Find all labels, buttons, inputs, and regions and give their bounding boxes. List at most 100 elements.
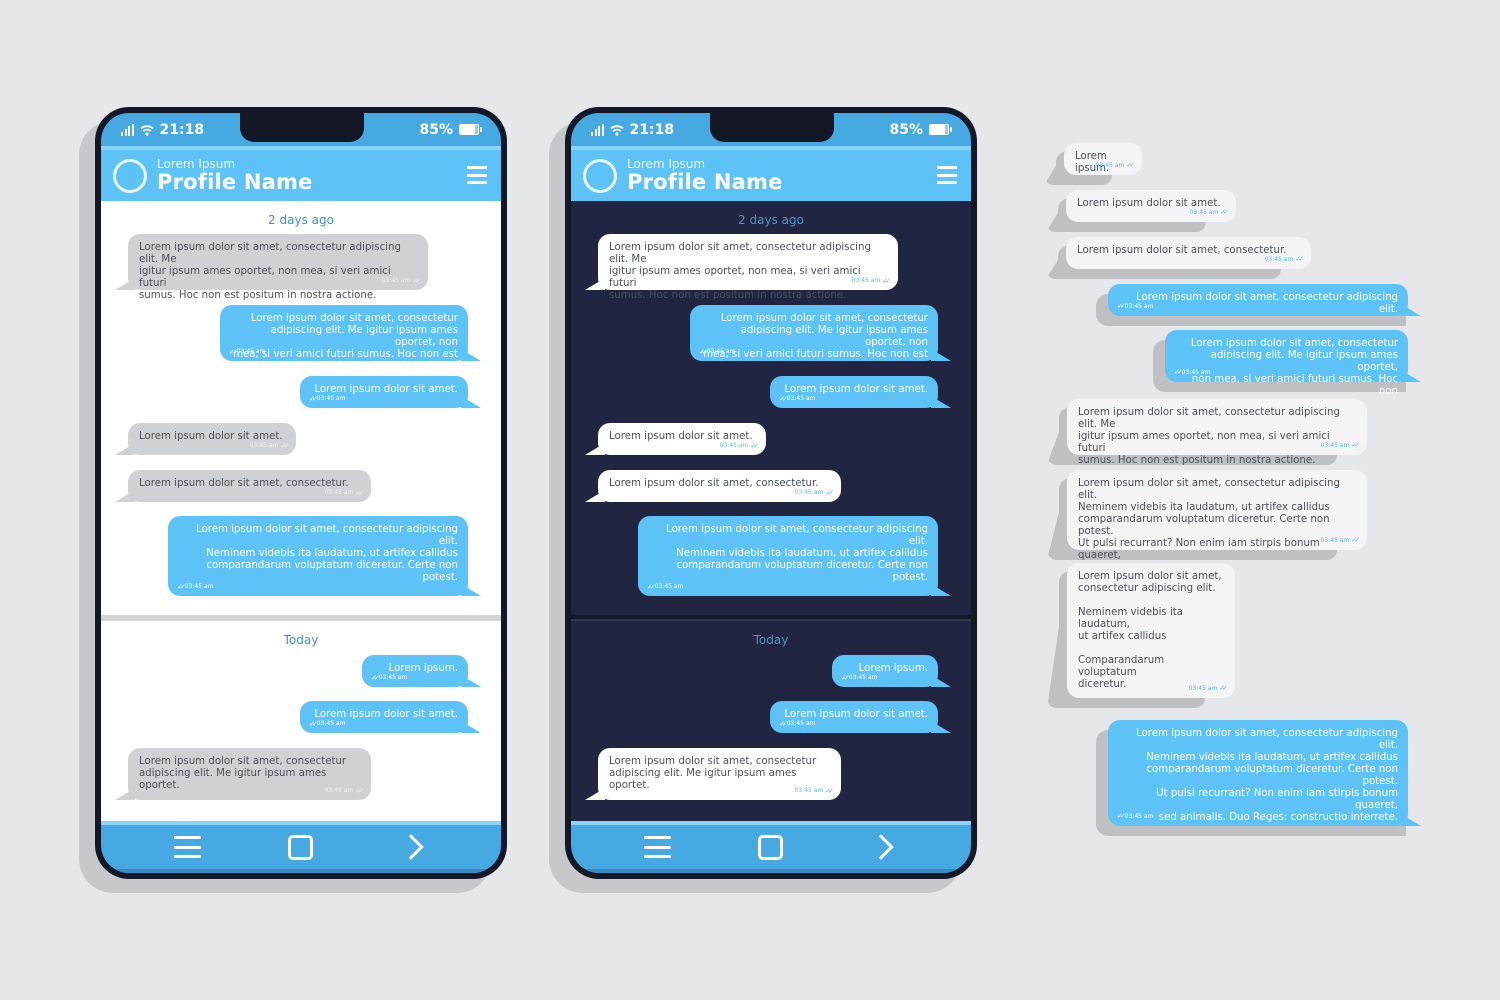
outgoing-message[interactable]: Lorem ipsum dolor sit amet, consectetur … [220,305,481,361]
incoming-message[interactable]: Lorem ipsum dolor sit amet, consectetur … [585,234,898,301]
menu-icon[interactable] [937,166,957,184]
outgoing-message[interactable]: Lorem ipsum dolor sit amet. ✓✓ 03:45 am [300,701,481,733]
sample-outgoing-bubble: Lorem ipsum dolor sit amet, consectetur … [1096,284,1421,326]
chat-section-today: Today Lorem ipsum. ✓✓ 03:45 am Lorem ipsum … [571,621,971,821]
battery-icon [929,124,952,135]
nav-next-button[interactable] [864,830,904,864]
sample-incoming-bubble: Lorem ipsum dolor sit amet, consectetur … [1047,470,1367,561]
profile-subtitle: Lorem Ipsum [157,157,236,171]
message-text: Lorem ipsum dolor sit amet, consectetur … [1078,407,1340,466]
message-timestamp: 03:45 am ✓✓ [249,440,289,452]
phone-dark: 21:18 85% Lorem Ipsum Profile Name 2 day… [549,107,977,893]
outgoing-message[interactable]: Lorem ipsum. ✓✓ 03:45 am [362,655,481,687]
avatar[interactable] [583,158,617,193]
timestamp-text: 03:45 am [848,674,878,681]
double-check-icon: ✓✓ [177,583,186,591]
incoming-message[interactable]: Lorem ipsum dolor sit amet, consectetur … [585,748,841,800]
timestamp-text: 03:45 am [316,395,346,402]
chat-header: Lorem Ipsum Profile Name [571,146,971,201]
outgoing-message[interactable]: Lorem ipsum dolor sit amet, consectetur … [638,516,951,596]
timestamp-text: 03:45 am [184,583,214,590]
message-timestamp: ✓✓ 03:45 am [779,393,815,405]
nav-menu-button[interactable] [638,830,678,864]
message-timestamp: 03:45 am ✓✓ [794,785,834,797]
sample-outgoing-bubble: Lorem ipsum dolor sit amet, consectetur … [1153,330,1421,397]
timestamp-text: 03:45 am [794,787,824,794]
wifi-icon [139,124,154,136]
date-label: 2 days ago [738,213,804,227]
outgoing-message[interactable]: Lorem ipsum dolor sit amet, consectetur … [690,305,951,361]
chat-section-older: 2 days ago Lorem ipsum dolor sit amet, c… [101,205,501,617]
message-timestamp: ✓✓ 03:45 am [1117,810,1153,823]
timestamp-text: 03:45 am [381,277,411,284]
nav-menu-button[interactable] [168,830,208,864]
incoming-message[interactable]: Lorem ipsum dolor sit amet. 03:45 am ✓✓ [115,423,296,455]
incoming-message[interactable]: Lorem ipsum dolor sit amet, consectetur … [115,748,371,800]
profile-name[interactable]: Profile Name [157,172,313,193]
status-time: 21:18 [159,121,205,138]
incoming-message[interactable]: Lorem ipsum dolor sit amet. 03:45 am ✓✓ [585,423,766,455]
message-timestamp: ✓✓ 03:45 am [229,346,265,358]
avatar[interactable] [113,158,147,193]
nav-home-button[interactable] [281,830,321,864]
outgoing-message[interactable]: Lorem ipsum. ✓✓ 03:45 am [832,655,951,687]
phone-light: 21:18 85% Lorem Ipsum Profile Name 2 day… [79,107,507,893]
timestamp-text: 03:45 am [1189,209,1219,216]
timestamp-text: 03:45 am [794,489,824,496]
incoming-message[interactable]: Lorem ipsum dolor sit amet, consectetur.… [115,470,371,502]
bubble-tail [1401,814,1421,826]
timestamp-text: 03:45 am [316,720,346,727]
chat-section-older: 2 days ago Lorem ipsum dolor sit amet, c… [571,205,971,617]
wifi-icon [609,124,624,136]
bubble-tail [1401,370,1421,382]
outgoing-message[interactable]: Lorem ipsum dolor sit amet. ✓✓ 03:45 am [770,701,951,733]
chat-section-today: Today Lorem ipsum. ✓✓ 03:45 am Lorem ipsum … [101,621,501,821]
double-check-icon: ✓✓ [1295,255,1304,263]
message-timestamp: 03:45 am ✓✓ [1189,206,1229,219]
double-check-icon: ✓✓ [841,674,850,682]
sample-outgoing-bubble: Lorem ipsum dolor sit amet, consectetur … [1096,720,1421,836]
timestamp-text: 03:45 am [378,674,408,681]
outgoing-message[interactable]: Lorem ipsum dolor sit amet. ✓✓ 03:45 am [300,376,481,408]
message-text: Lorem ipsum dolor sit amet, consectetur … [1078,478,1340,561]
chat-header: Lorem Ipsum Profile Name [101,146,501,201]
message-timestamp: 03:45 am ✓✓ [720,440,759,452]
double-check-icon: ✓✓ [1351,441,1360,449]
timestamp-text: 03:45 am [1181,369,1211,376]
message-timestamp: ✓✓ 03:45 am [647,581,683,593]
timestamp-text: 03:45 am [1264,256,1294,263]
timestamp-text: 03:45 am [324,489,354,496]
profile-name[interactable]: Profile Name [627,172,783,193]
double-check-icon: ✓✓ [309,395,318,403]
message-timestamp: 03:45 am ✓✓ [794,487,834,499]
outgoing-message[interactable]: Lorem ipsum dolor sit amet, consectetur … [168,516,481,596]
incoming-message[interactable]: Lorem ipsum dolor sit amet, consectetur … [115,234,428,301]
profile-subtitle: Lorem Ipsum [627,157,706,171]
chat-area[interactable]: 2 days ago Lorem ipsum dolor sit amet, c… [101,201,501,821]
message-text: Lorem ipsum dolor sit amet, consectetur … [1136,728,1398,823]
nav-home-button[interactable] [751,830,791,864]
nav-menu-icon [644,836,672,858]
double-check-icon: ✓✓ [750,442,759,450]
battery-percent: 85% [889,121,923,138]
incoming-message[interactable]: Lorem ipsum dolor sit amet, consectetur.… [585,470,841,502]
double-check-icon: ✓✓ [699,348,708,356]
double-check-icon: ✓✓ [647,583,656,591]
timestamp-text: 03:45 am [786,720,816,727]
nav-next-button[interactable] [394,830,434,864]
double-check-icon: ✓✓ [779,720,788,728]
message-timestamp: ✓✓ 03:45 am [841,672,877,684]
message-text: Lorem ipsum dolor sit amet, consectetur … [609,242,871,301]
outgoing-message[interactable]: Lorem ipsum dolor sit amet. ✓✓ 03:45 am [770,376,951,408]
double-check-icon: ✓✓ [1117,812,1126,820]
chat-area[interactable]: 2 days ago Lorem ipsum dolor sit amet, c… [571,201,971,821]
timestamp-text: 03:45 am [249,442,279,449]
timestamp-text: 03:45 am [706,348,736,355]
sample-incoming-bubble: Lorem ipsum dolor sit amet, consectetur … [1047,563,1235,708]
timestamp-text: 03:45 am [851,277,881,284]
phone-notch [240,113,364,142]
message-timestamp: 03:45 am ✓✓ [1189,682,1228,695]
date-label: Today [753,633,789,647]
menu-icon[interactable] [467,166,487,184]
bottom-nav-bar [571,821,971,873]
